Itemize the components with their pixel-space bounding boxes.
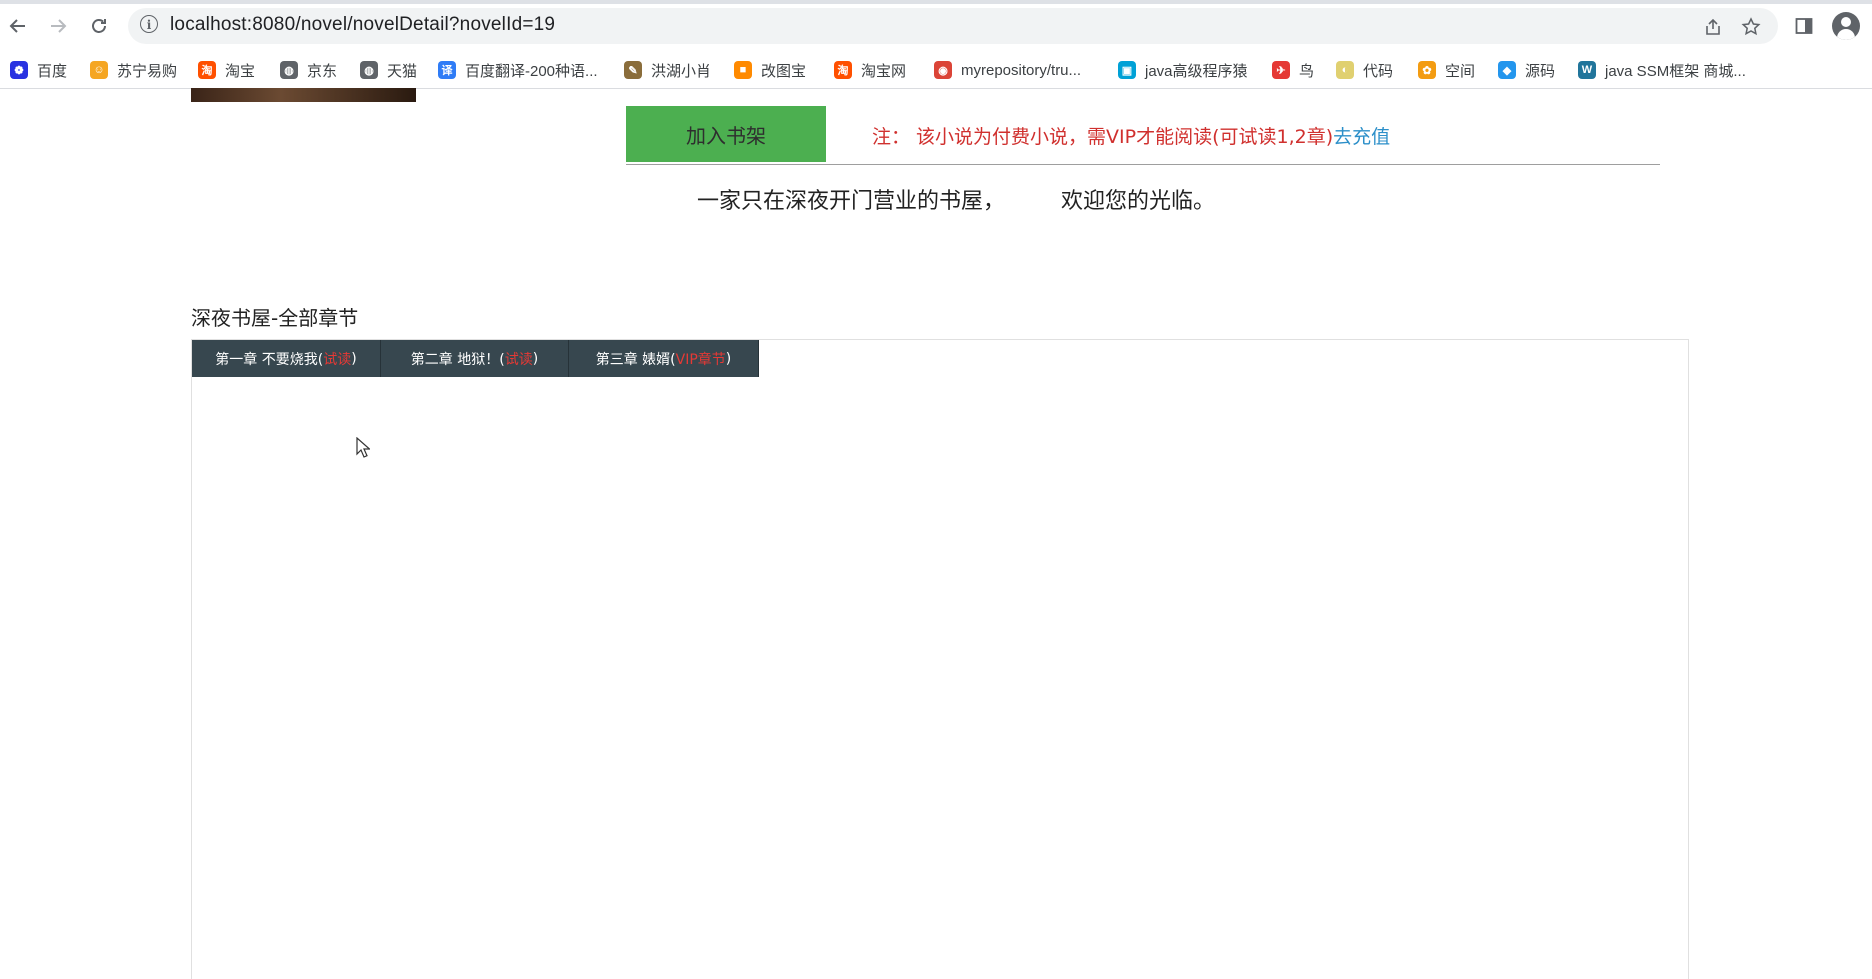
wordpress-icon: W	[1578, 61, 1596, 79]
bookmark-label: 鸟	[1299, 62, 1315, 80]
chapter-tab-tag: VIP章节	[675, 351, 726, 368]
add-to-shelf-button[interactable]: 加入书架	[626, 106, 826, 162]
bookmark-item[interactable]: 淘淘宝	[198, 56, 255, 84]
translate-icon: 译	[438, 61, 456, 79]
bookmark-item[interactable]: ☺ 苏宁易购	[90, 56, 177, 84]
book-intro: 一家只在深夜开门营业的书屋， 欢迎您的光临。	[697, 189, 1215, 214]
reload-icon	[92, 19, 106, 33]
side-panel-icon[interactable]	[1790, 12, 1818, 40]
chapter-tab-close-paren: )	[725, 350, 732, 367]
divider	[626, 164, 1660, 165]
bookmark-label: 淘宝	[225, 62, 256, 80]
bookmark-item[interactable]: ✎ 洪湖小肖	[624, 56, 711, 84]
recharge-link[interactable]: 去充值	[1333, 126, 1390, 148]
bookmark-item[interactable]: Wjava SSM框架 商城...	[1578, 56, 1746, 84]
taobao-icon: 淘	[198, 61, 216, 79]
chapter-tab-close-paren: )	[532, 350, 539, 367]
bookmark-label: 苏宁易购	[117, 62, 178, 80]
globe-icon: ◍	[280, 61, 298, 79]
bookmark-item[interactable]: ◉ myrepository/tru...	[934, 56, 1081, 84]
arrow-right-icon	[51, 19, 67, 33]
bookmark-item[interactable]: ❁ 百度	[10, 56, 67, 84]
chapter-tab-close-paren: )	[351, 350, 357, 367]
bookmark-label: 改图宝	[761, 62, 807, 80]
vip-notice-text: 注： 该小说为付费小说，需VIP才能阅读(可试读1,2章)	[872, 126, 1334, 148]
bookmark-item[interactable]: ▣ java高级程序猿	[1118, 56, 1248, 84]
globe-icon: ◍	[360, 61, 378, 79]
forward-button[interactable]	[44, 12, 72, 40]
chapter-tab-2[interactable]: 第二章 地狱！(试读)	[381, 340, 569, 377]
chapter-tab-title: 第三章 婊婿(	[595, 351, 676, 368]
url-text[interactable]: localhost:8080/novel/novelDetail?novelId…	[170, 14, 555, 36]
back-button[interactable]	[4, 12, 32, 40]
address-bar[interactable]: i localhost:8080/novel/novelDetail?novel…	[128, 8, 1778, 44]
bookmark-item[interactable]: ✈ 鸟	[1272, 56, 1314, 84]
book-cover-image	[191, 88, 416, 102]
bookmark-item[interactable]: ◍ 天猫	[360, 56, 417, 84]
vip-notice: 注： 该小说为付费小说，需VIP才能阅读(可试读1,2章)去充值	[872, 122, 1390, 149]
bookmark-item[interactable]: ✿ 空间	[1418, 56, 1475, 84]
bookmark-label: 百度	[37, 62, 68, 80]
bookmark-label: 百度翻译-200种语...	[465, 62, 598, 80]
egg-icon: ◐	[1336, 61, 1354, 79]
bookmark-label: 洪湖小肖	[651, 62, 712, 80]
bookmark-label: myrepository/tru...	[961, 61, 1082, 79]
mouse-cursor-icon	[356, 437, 370, 458]
chapter-tab-tag: 试读	[504, 351, 533, 368]
bookmark-label: 空间	[1445, 62, 1476, 80]
reload-button[interactable]	[85, 12, 113, 40]
swift-bird-icon: ✈	[1272, 61, 1290, 79]
chapter-tabs: 第一章 不要烧我(试读) 第二章 地狱！(试读) 第三章 婊婿(VIP章节)	[192, 340, 759, 377]
bookmark-label: java SSM框架 商城...	[1605, 62, 1746, 80]
profile-avatar[interactable]	[1832, 12, 1860, 40]
chapter-content-panel	[191, 339, 1689, 979]
bookmark-label: 天猫	[387, 62, 418, 80]
chapter-tab-1[interactable]: 第一章 不要烧我(试读)	[192, 340, 381, 377]
bookmark-item[interactable]: ■ 改图宝	[734, 56, 806, 84]
bookmark-item[interactable]: ◆ 源码	[1498, 56, 1555, 84]
bookmark-label: 源码	[1525, 62, 1556, 80]
tab-strip	[0, 0, 1872, 4]
bookmark-label: 淘宝网	[861, 62, 907, 80]
arrow-left-icon	[9, 19, 25, 33]
site-info-icon[interactable]: i	[140, 15, 158, 33]
baidu-paw-icon: ❁	[10, 61, 28, 79]
bookmark-item[interactable]: ◍ 京东	[280, 56, 337, 84]
bookmark-star-icon[interactable]	[1738, 14, 1764, 40]
docker-whale-icon: ◆	[1498, 61, 1516, 79]
share-icon[interactable]	[1700, 14, 1726, 40]
chapters-section-title: 深夜书屋-全部章节	[191, 306, 359, 330]
suning-lion-icon: ☺	[90, 61, 108, 79]
bird-icon: ✎	[624, 61, 642, 79]
chrome-icon: ◉	[934, 61, 952, 79]
bookmark-label: java高级程序猿	[1145, 62, 1248, 80]
bookmark-item[interactable]: 译百度翻译-200种语...	[438, 56, 598, 84]
browser-toolbar: i localhost:8080/novel/novelDetail?novel…	[0, 0, 1872, 52]
bookmarks-bar: ❁ 百度 ☺ 苏宁易购淘淘宝 ◍ 京东 ◍ 天猫译百度翻译-200种语... ✎ 洪湖小肖 ■ 改图宝…	[0, 52, 1872, 89]
bookmark-item[interactable]: ◐ 代码	[1336, 56, 1393, 84]
chapter-tab-3[interactable]: 第三章 婊婿(VIP章节)	[569, 340, 759, 377]
qzone-icon: ✿	[1418, 61, 1436, 79]
gaitubao-icon: ■	[734, 61, 752, 79]
chapter-tab-tag: 试读	[323, 351, 352, 368]
taobao-icon: 淘	[834, 61, 852, 79]
bookmark-label: 京东	[307, 62, 338, 80]
bookmark-label: 代码	[1363, 62, 1394, 80]
chapter-tab-title: 第一章 不要烧我(	[215, 351, 324, 368]
bilibili-icon: ▣	[1118, 61, 1136, 79]
chapter-tab-title: 第二章 地狱！(	[410, 351, 505, 368]
bookmark-item[interactable]: 淘淘宝网	[834, 56, 906, 84]
